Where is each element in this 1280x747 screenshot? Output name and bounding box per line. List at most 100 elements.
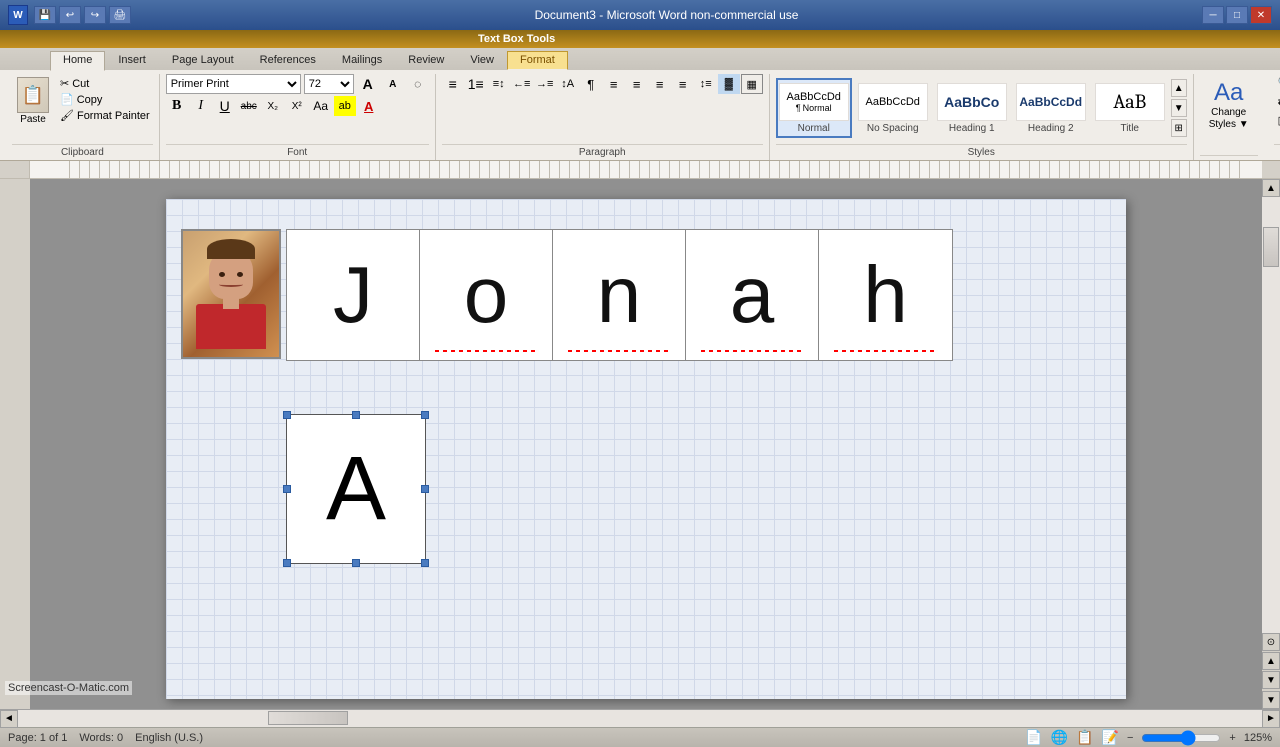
style-heading2[interactable]: AaBbCcDd Heading 2 bbox=[1013, 78, 1089, 138]
replace-button[interactable]: ⇄ Replace bbox=[1274, 93, 1280, 110]
align-left-btn[interactable]: ≡ bbox=[603, 74, 625, 94]
strikethrough-btn[interactable]: abc bbox=[238, 96, 260, 116]
scroll-down-btn[interactable]: ▼ bbox=[1262, 691, 1280, 709]
increase-indent-btn[interactable]: →≡ bbox=[534, 74, 556, 94]
textbox-content-A[interactable]: A bbox=[326, 438, 386, 541]
sort-btn[interactable]: ↕A bbox=[557, 74, 579, 94]
format-painter-button[interactable]: 🖌 Format Painter bbox=[57, 108, 153, 123]
selected-textbox[interactable]: A bbox=[286, 414, 426, 564]
view-draft-icon[interactable]: 📝 bbox=[1102, 729, 1119, 746]
border-btn[interactable]: ▦ bbox=[741, 74, 763, 94]
change-styles-bottom-label bbox=[1200, 155, 1258, 158]
change-styles-icon: Aa bbox=[1214, 79, 1243, 107]
handle-bottom-right[interactable] bbox=[421, 559, 429, 567]
tab-format[interactable]: Format bbox=[507, 51, 568, 70]
print-quick-btn[interactable]: 🖨 bbox=[109, 6, 131, 24]
italic-btn[interactable]: I bbox=[190, 96, 212, 116]
font-grow-btn[interactable]: A bbox=[357, 74, 379, 94]
save-quick-btn[interactable]: 💾 bbox=[34, 6, 56, 24]
bullets-btn[interactable]: ≡ bbox=[442, 74, 464, 94]
spell-check-underline-n bbox=[568, 350, 670, 352]
superscript-btn[interactable]: X² bbox=[286, 96, 308, 116]
style-normal-label: Normal bbox=[798, 123, 830, 134]
h-scroll-left[interactable]: ◄ bbox=[0, 710, 18, 728]
subscript-btn[interactable]: X₂ bbox=[262, 96, 284, 116]
style-heading1[interactable]: AaBbCo Heading 1 bbox=[934, 78, 1010, 138]
handle-middle-right[interactable] bbox=[421, 485, 429, 493]
select-button[interactable]: ▣ Select ▼ bbox=[1274, 112, 1280, 129]
tab-home[interactable]: Home bbox=[50, 51, 105, 71]
view-outline-icon[interactable]: 📋 bbox=[1076, 729, 1093, 746]
style-heading2-label: Heading 2 bbox=[1028, 123, 1074, 134]
close-btn[interactable]: ✕ bbox=[1250, 6, 1272, 24]
h-scroll-right[interactable]: ► bbox=[1262, 710, 1280, 728]
letter-h: h bbox=[819, 230, 952, 360]
undo-quick-btn[interactable]: ↩ bbox=[59, 6, 81, 24]
bold-btn[interactable]: B bbox=[166, 96, 188, 116]
change-styles-button[interactable]: Aa ChangeStyles ▼ bbox=[1200, 74, 1258, 136]
zoom-slider[interactable] bbox=[1141, 730, 1221, 746]
decrease-indent-btn[interactable]: ←≡ bbox=[511, 74, 533, 94]
redo-quick-btn[interactable]: ↪ bbox=[84, 6, 106, 24]
zoom-out-btn[interactable]: − bbox=[1127, 732, 1133, 744]
styles-group: AaBbCcDd ¶Normal Normal AaBbCcDd No Spac… bbox=[770, 74, 1194, 160]
tab-pagelayout[interactable]: Page Layout bbox=[159, 51, 247, 70]
view-web-icon[interactable]: 🌐 bbox=[1051, 729, 1068, 746]
handle-bottom-middle[interactable] bbox=[352, 559, 360, 567]
handle-middle-left[interactable] bbox=[283, 485, 291, 493]
cut-button[interactable]: ✂ Cut bbox=[57, 76, 153, 91]
font-size-select[interactable]: 72 bbox=[304, 74, 354, 94]
minimize-btn[interactable]: ─ bbox=[1202, 6, 1224, 24]
line-spacing-btn[interactable]: ↕≡ bbox=[695, 74, 717, 94]
zoom-in-btn[interactable]: + bbox=[1229, 732, 1235, 744]
case-btn[interactable]: Aa bbox=[310, 96, 332, 116]
app-icon: W bbox=[8, 5, 28, 25]
copy-button[interactable]: 📄 Copy bbox=[57, 92, 153, 107]
numbering-btn[interactable]: 1≡ bbox=[465, 74, 487, 94]
clear-format-btn[interactable]: ◌ bbox=[407, 74, 429, 94]
ruler-inner bbox=[60, 161, 1244, 178]
tab-references[interactable]: References bbox=[247, 51, 329, 70]
align-right-btn[interactable]: ≡ bbox=[649, 74, 671, 94]
maximize-btn[interactable]: □ bbox=[1226, 6, 1248, 24]
style-normal[interactable]: AaBbCcDd ¶Normal Normal bbox=[776, 78, 852, 138]
h-scroll-track[interactable] bbox=[18, 710, 1262, 727]
font-color-btn[interactable]: A bbox=[358, 96, 380, 116]
align-center-btn[interactable]: ≡ bbox=[626, 74, 648, 94]
font-shrink-btn[interactable]: A bbox=[382, 74, 404, 94]
styles-scroll-up[interactable]: ▲ bbox=[1171, 79, 1187, 97]
scroll-next-page[interactable]: ▼ bbox=[1262, 671, 1280, 689]
font-family-select[interactable]: Primer Print bbox=[166, 74, 301, 94]
tab-mailings[interactable]: Mailings bbox=[329, 51, 395, 70]
scroll-prev-page[interactable]: ▲ bbox=[1262, 652, 1280, 670]
shading-btn[interactable]: ▓ bbox=[718, 74, 740, 94]
styles-scroll-down[interactable]: ▼ bbox=[1171, 99, 1187, 117]
scroll-select-prev[interactable]: ⊙ bbox=[1262, 633, 1280, 651]
document-area[interactable]: J o n a h bbox=[30, 179, 1262, 709]
style-title[interactable]: AaB Title bbox=[1092, 78, 1168, 138]
tab-view[interactable]: View bbox=[457, 51, 507, 70]
paste-button[interactable]: 📋 Paste bbox=[12, 74, 54, 142]
show-hide-btn[interactable]: ¶ bbox=[580, 74, 602, 94]
photo-box[interactable] bbox=[181, 229, 281, 359]
styles-expand[interactable]: ⊞ bbox=[1171, 119, 1187, 137]
scroll-track[interactable] bbox=[1262, 197, 1280, 633]
scroll-up-btn[interactable]: ▲ bbox=[1262, 179, 1280, 197]
style-no-spacing[interactable]: AaBbCcDd No Spacing bbox=[855, 78, 931, 138]
ruler bbox=[0, 161, 1280, 179]
view-normal-icon[interactable]: 📄 bbox=[1025, 729, 1042, 746]
tab-insert[interactable]: Insert bbox=[105, 51, 159, 70]
highlight-btn[interactable]: ab bbox=[334, 96, 356, 116]
scroll-thumb[interactable] bbox=[1263, 227, 1279, 267]
watermark: Screencast-O-Matic.com bbox=[5, 681, 132, 695]
tab-review[interactable]: Review bbox=[395, 51, 457, 70]
underline-btn[interactable]: U bbox=[214, 96, 236, 116]
multilevel-btn[interactable]: ≡↕ bbox=[488, 74, 510, 94]
find-button[interactable]: 🔍 Find ▼ bbox=[1274, 74, 1280, 91]
handle-top-left[interactable] bbox=[283, 411, 291, 419]
h-scroll-thumb[interactable] bbox=[268, 711, 348, 725]
handle-top-right[interactable] bbox=[421, 411, 429, 419]
justify-btn[interactable]: ≡ bbox=[672, 74, 694, 94]
handle-top-middle[interactable] bbox=[352, 411, 360, 419]
handle-bottom-left[interactable] bbox=[283, 559, 291, 567]
